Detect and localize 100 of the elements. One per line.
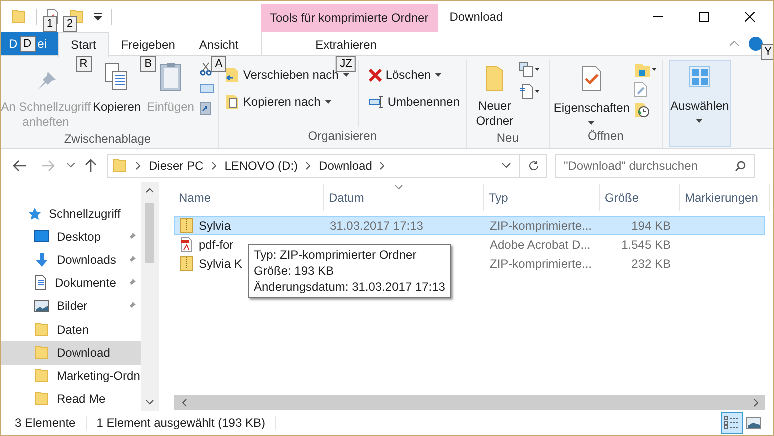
folder-icon — [34, 322, 50, 338]
search-icon — [735, 160, 746, 172]
file-type: Adobe Acrobat D... — [490, 238, 591, 252]
breadcrumb[interactable]: LENOVO (D:) — [224, 156, 298, 174]
up-arrow-icon[interactable] — [85, 158, 97, 172]
rename-button[interactable]: Umbenennen — [368, 93, 460, 111]
rename-icon — [368, 96, 384, 108]
sidebar-item[interactable]: Daten — [1, 318, 141, 342]
key-tip: Y — [760, 44, 773, 60]
scrollbar-thumb[interactable] — [145, 203, 154, 263]
copy-folder-icon — [225, 94, 240, 110]
key-tip: R — [76, 56, 92, 72]
refresh-icon[interactable] — [528, 160, 540, 172]
easy-access-icon[interactable] — [518, 84, 541, 100]
key-tip: 1 — [43, 16, 58, 32]
ribbon-tab[interactable]: Freigeben — [109, 32, 188, 57]
sidebar-item[interactable]: Downloads — [1, 248, 141, 272]
key-tip: D — [20, 36, 36, 52]
chevron-right-icon[interactable] — [306, 162, 312, 170]
horizontal-scrollbar[interactable] — [174, 395, 765, 410]
breadcrumb[interactable]: Download — [319, 156, 372, 174]
star-icon — [28, 206, 42, 221]
file-size: 194 KB — [632, 218, 671, 232]
folder-icon — [34, 391, 50, 408]
copy-button[interactable]: Kopieren — [91, 60, 144, 116]
history-icon[interactable] — [634, 102, 650, 118]
delete-button[interactable]: Löschen — [368, 66, 460, 84]
file-tab[interactable]: D D ei — [1, 32, 58, 55]
image-icon — [34, 300, 50, 313]
document-icon — [34, 275, 48, 292]
column-header[interactable]: Größe — [600, 184, 680, 211]
column-header[interactable]: Markierungen — [680, 184, 770, 211]
scroll-up-icon[interactable] — [146, 188, 154, 193]
caret-icon — [588, 121, 596, 125]
sidebar-item[interactable]: Read Me — [1, 388, 141, 411]
back-arrow-icon[interactable] — [13, 160, 27, 172]
recent-locations-icon[interactable] — [67, 163, 75, 168]
dropdown-chevron-icon[interactable] — [502, 163, 511, 168]
close-icon — [745, 12, 755, 22]
address-bar[interactable]: Dieser PC LENOVO (D:) Download — [107, 154, 547, 178]
view-toggle[interactable] — [721, 412, 743, 434]
minimize-icon — [653, 16, 663, 17]
column-header[interactable]: Typ — [484, 184, 600, 211]
window-title: Download — [448, 8, 504, 26]
chevron-right-icon[interactable] — [380, 162, 386, 170]
sort-indicator-icon — [395, 185, 403, 190]
ribbon-tab[interactable]: Extrahieren — [304, 32, 389, 57]
selected-file-row[interactable]: Sylvia 31.03.2017 17:13 ZIP-komprimierte... 194 KB — [174, 216, 765, 235]
file-name: Sylvia — [199, 218, 232, 234]
move-folder-icon — [225, 67, 240, 83]
file-type: ZIP-komprimierte... — [490, 256, 592, 270]
scroll-right-icon[interactable] — [754, 398, 759, 406]
file-type: ZIP-komprimierte... — [490, 218, 592, 232]
sidebar-item[interactable]: Download — [1, 341, 141, 365]
sidebar-item[interactable]: Desktop — [1, 225, 141, 248]
zip-folder-icon — [180, 218, 194, 234]
file-size: 232 KB — [632, 256, 671, 270]
desktop-icon — [34, 230, 50, 244]
chevron-right-icon[interactable] — [212, 162, 217, 170]
key-tip: B — [140, 56, 156, 72]
breadcrumb[interactable]: Dieser PC — [149, 156, 204, 174]
copy-to-button[interactable]: Kopieren nach — [225, 93, 350, 111]
scrollbar[interactable] — [141, 182, 158, 411]
caret-icon — [435, 73, 442, 77]
zip-folder-icon — [180, 256, 194, 272]
column-header[interactable]: Name — [174, 184, 324, 211]
collapse-ribbon-icon[interactable] — [730, 41, 739, 46]
sidebar-item[interactable]: Schnellzugriff — [1, 202, 141, 226]
new-item-icon[interactable] — [518, 62, 541, 78]
properties-button[interactable]: Eigenschaften — [554, 60, 630, 127]
select-button[interactable]: Auswählen — [668, 60, 731, 147]
sidebar-item[interactable]: Bilder — [1, 294, 141, 318]
ribbon-tab[interactable]: Start — [58, 32, 110, 57]
group-label: Zwischenablage — [63, 131, 152, 148]
context-tab-group-label: Tools für komprimierte Ordner — [261, 4, 438, 32]
open-folder-icon[interactable] — [634, 62, 658, 78]
pin-icon — [36, 72, 56, 92]
clipboard-icon — [160, 62, 182, 92]
scroll-down-icon[interactable] — [146, 400, 154, 405]
new-folder-button[interactable]: Neuer Ordner — [474, 60, 515, 129]
move-to-button[interactable]: Verschieben nach — [225, 66, 350, 84]
scissors-icon[interactable] — [200, 62, 212, 76]
preview-view-icon — [746, 416, 762, 430]
maximize-icon — [699, 12, 709, 22]
file-size: 1.545 KB — [622, 238, 671, 252]
sidebar-item[interactable]: Dokumente — [1, 272, 141, 295]
chevron-right-icon[interactable] — [136, 162, 141, 170]
caret-icon — [324, 100, 332, 104]
customize-toolbar-icon[interactable] — [94, 12, 102, 20]
folder-icon — [34, 368, 50, 384]
file-date: 31.03.2017 17:13 — [330, 218, 424, 232]
column-header[interactable]: Datum — [324, 184, 484, 211]
folder-icon — [112, 158, 128, 174]
paste-shortcut-icon[interactable] — [200, 101, 212, 115]
sidebar-item[interactable]: Marketing-Ordn — [1, 364, 141, 388]
copy-path-icon[interactable] — [200, 84, 214, 93]
search-field[interactable]: "Download" durchsuchen — [555, 154, 755, 178]
ribbon-tab[interactable]: Ansicht — [187, 32, 251, 57]
scroll-left-icon[interactable] — [182, 398, 187, 406]
tooltip-line: Änderungsdatum: 31.03.2017 17:13 — [254, 279, 446, 295]
